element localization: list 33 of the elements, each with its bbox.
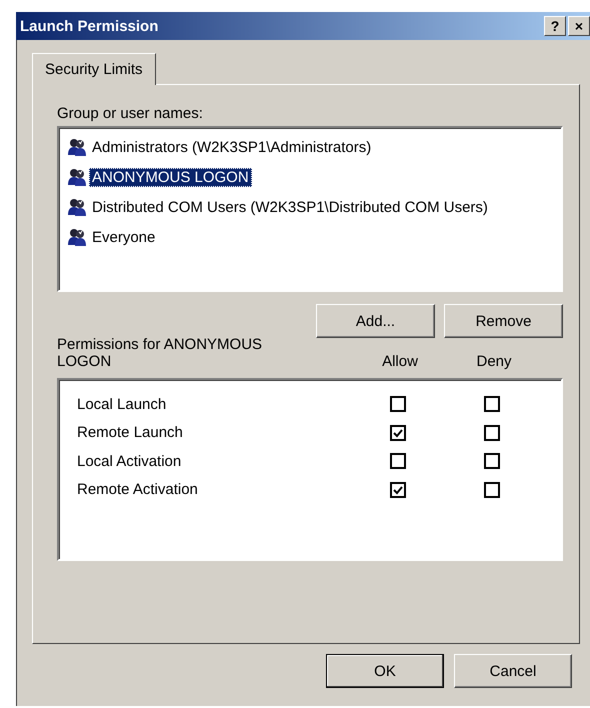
- checkbox[interactable]: [484, 453, 500, 470]
- checkbox[interactable]: [484, 396, 500, 412]
- checkbox[interactable]: [484, 424, 500, 441]
- add-button[interactable]: Add...: [316, 304, 435, 338]
- cancel-button[interactable]: Cancel: [454, 654, 572, 688]
- group-icon: [67, 167, 87, 187]
- list-label: Group or user names:: [57, 105, 203, 122]
- checkbox[interactable]: [390, 424, 406, 441]
- group-icon: [67, 197, 87, 217]
- remove-button[interactable]: Remove: [444, 304, 563, 338]
- help-button[interactable]: ?: [544, 16, 566, 36]
- group-icon: [67, 227, 87, 247]
- checkbox[interactable]: [390, 396, 406, 412]
- checkbox[interactable]: [390, 453, 406, 470]
- column-header: Deny: [475, 353, 513, 370]
- permission-name: Remote Launch: [77, 424, 184, 442]
- permission-name: Local Activation: [77, 452, 182, 470]
- permissions-label: Permissions for ANONYMOUS LOGON: [57, 336, 264, 370]
- window-title: Launch Permission: [20, 18, 160, 34]
- list-item[interactable]: Everyone: [89, 228, 158, 246]
- close-button[interactable]: ×: [568, 16, 590, 36]
- column-header: Allow: [381, 353, 419, 370]
- tab[interactable]: Security Limits: [32, 53, 156, 85]
- ok-button[interactable]: OK: [326, 654, 444, 688]
- permission-name: Remote Activation: [77, 481, 199, 498]
- list-item[interactable]: Administrators (W2K3SP1\Administrators): [89, 138, 374, 156]
- user-list[interactable]: Administrators (W2K3SP1\Administrators) ANONYMOUS LOGON Distributed COM Users (W2K3SP1\Distributed COM Users) Everyone: [57, 126, 563, 292]
- checkbox[interactable]: [484, 482, 500, 498]
- checkbox[interactable]: [390, 482, 406, 498]
- group-icon: [67, 137, 87, 157]
- permission-name: Local Launch: [77, 396, 168, 413]
- list-item[interactable]: ANONYMOUS LOGON: [89, 168, 252, 186]
- list-item[interactable]: Distributed COM Users (W2K3SP1\Distributed COM Users): [89, 198, 491, 216]
